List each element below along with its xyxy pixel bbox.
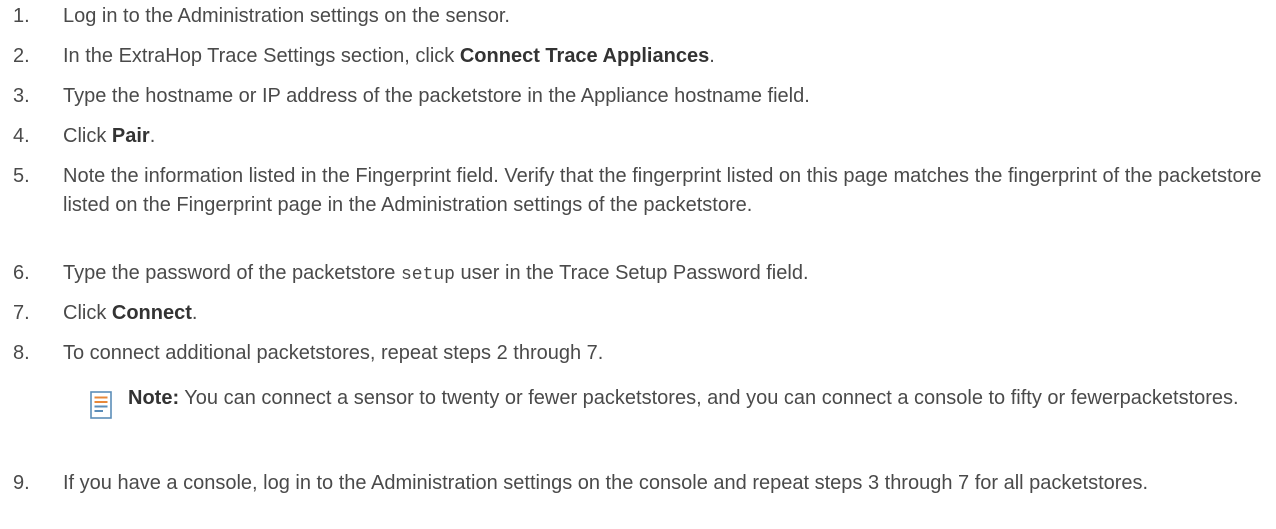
step-text-pre: In the ExtraHop Trace Settings section, …	[63, 45, 460, 67]
ui-term-connect: Connect	[111, 302, 192, 324]
step-text: If you have a console, log in to the Adm…	[63, 472, 1149, 494]
step-text: Log in to the Administration settings on…	[63, 5, 510, 27]
step-text: Note the information listed in the Finge…	[63, 165, 1262, 216]
step-text-post: .	[709, 45, 715, 67]
note-label: Note:	[128, 387, 180, 409]
step-text-post: .	[149, 125, 156, 147]
code-term-setup: setup	[400, 265, 455, 285]
note-callout: Note: You can connect a sensor to twenty…	[90, 384, 1260, 446]
step-number: 1.	[13, 5, 30, 27]
step-number: 3.	[13, 85, 30, 107]
ui-term-connect-trace-appliances: Connect Trace Appliances	[459, 45, 710, 67]
step-number: 8.	[13, 342, 30, 364]
step-number: 9.	[13, 472, 30, 494]
step-text-post: .	[191, 302, 198, 324]
step-text-pre: Click	[63, 125, 112, 147]
step-text-pre: Click	[63, 302, 112, 324]
step-number: 2.	[13, 45, 30, 67]
step-number: 7.	[13, 302, 30, 324]
step-text: Click Connect.	[63, 299, 1268, 328]
step-number: 5.	[13, 165, 30, 187]
note-body: You can connect a sensor to twenty or fe…	[179, 387, 1239, 409]
step-text-post: user in the Trace Setup Password field.	[454, 262, 809, 284]
step-text: To connect additional packetstores, repe…	[63, 342, 604, 364]
note-text: Note: You can connect a sensor to twenty…	[128, 384, 1248, 413]
step-number: 4.	[13, 125, 30, 147]
ui-term-pair: Pair	[111, 125, 150, 147]
step-text: Type the password of the packetstore set…	[63, 259, 1268, 290]
note-icon	[90, 391, 112, 419]
procedure-list: 1. Log in to the Administration settings…	[0, 0, 1276, 529]
step-text: Type the hostname or IP address of the p…	[63, 85, 810, 107]
step-text: Click Pair.	[63, 122, 1268, 151]
step-text: In the ExtraHop Trace Settings section, …	[63, 42, 1268, 71]
step-text-pre: Type the password of the packetstore	[63, 262, 401, 284]
step-number: 6.	[13, 262, 30, 284]
